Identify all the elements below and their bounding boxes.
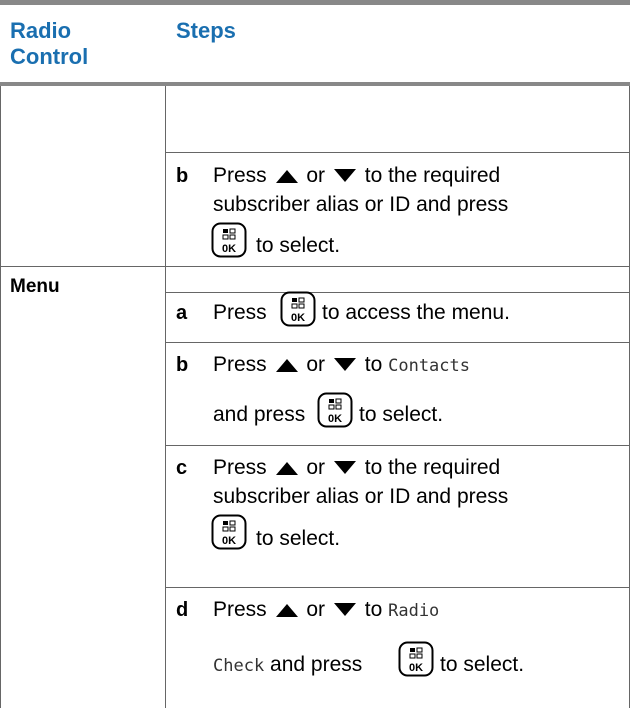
menu-item-code: Check <box>213 656 265 676</box>
svg-text:0K: 0K <box>222 535 236 547</box>
row1-step-top-rule <box>165 152 630 153</box>
row-separator <box>0 266 630 267</box>
table-header: Radio Control Steps <box>0 5 630 82</box>
step-text: or <box>306 164 326 187</box>
step-text-line: Press <box>213 301 267 324</box>
step-text-line: to select. <box>256 234 341 257</box>
row-label-menu: Menu <box>10 276 60 297</box>
step-text: to <box>364 598 383 621</box>
step-rule <box>165 587 630 588</box>
up-arrow-icon <box>275 462 298 476</box>
menu-item-code: Radio <box>388 601 440 621</box>
step-text: or <box>306 598 326 621</box>
step-text-line: to select. <box>440 653 525 676</box>
down-arrow-icon <box>333 358 356 372</box>
step-rule <box>165 445 630 446</box>
step-text-line: Press or to Radio <box>213 597 439 624</box>
svg-text:0K: 0K <box>222 243 236 255</box>
table-left-border <box>0 86 1 708</box>
header-steps: Steps <box>176 18 236 43</box>
step-text-line: to select. <box>359 403 444 426</box>
step-text: to the required <box>364 164 501 187</box>
step-text-line: Press or to the required <box>213 163 500 189</box>
step-letter: b <box>176 354 189 376</box>
down-arrow-icon <box>333 603 356 617</box>
header-rule <box>0 82 630 86</box>
svg-text:0K: 0K <box>291 312 305 324</box>
up-arrow-icon <box>275 359 298 373</box>
step-letter: c <box>176 457 188 479</box>
step-text: to the required <box>364 456 501 479</box>
down-arrow-icon <box>333 169 356 183</box>
menu-ok-key-icon: 0K <box>317 392 353 428</box>
menu-ok-key-icon: 0K <box>211 514 247 550</box>
step-text: and press <box>270 653 363 676</box>
step-letter: b <box>176 165 189 187</box>
step-text-line: subscriber alias or ID and press <box>213 193 509 216</box>
up-arrow-icon <box>275 604 298 618</box>
step-rule <box>165 342 630 343</box>
step-text-line: and press <box>213 403 306 426</box>
step-text: or <box>306 456 326 479</box>
step-letter: a <box>176 302 188 324</box>
step-text: Press <box>213 598 267 621</box>
step-text-line: Check and press <box>213 652 362 679</box>
step-text-line: Press or to the required <box>213 455 500 481</box>
svg-text:0K: 0K <box>328 413 342 425</box>
step-text: to <box>364 353 383 376</box>
step-text: Press <box>213 353 267 376</box>
step-text: Press <box>213 456 267 479</box>
menu-ok-key-icon: 0K <box>211 222 247 258</box>
step-letter: d <box>176 599 189 621</box>
step-text: Press <box>213 164 267 187</box>
step-text-line: subscriber alias or ID and press <box>213 485 509 508</box>
menu-ok-key-icon: 0K <box>398 641 434 677</box>
step-text-line: to access the menu. <box>322 301 510 324</box>
column-divider <box>165 86 166 708</box>
step-text-line: Press or to Contacts <box>213 352 470 379</box>
step-text-line: to select. <box>256 527 341 550</box>
row2-step-top-rule <box>165 292 630 293</box>
step-text: or <box>306 353 326 376</box>
header-radio-control: Radio Control <box>10 18 88 70</box>
menu-ok-key-icon: 0K <box>280 291 316 327</box>
svg-text:0K: 0K <box>409 662 423 674</box>
menu-item-code: Contacts <box>388 356 470 376</box>
down-arrow-icon <box>333 461 356 475</box>
header-radio-control-text: Radio Control <box>10 18 89 69</box>
up-arrow-icon <box>275 170 298 184</box>
